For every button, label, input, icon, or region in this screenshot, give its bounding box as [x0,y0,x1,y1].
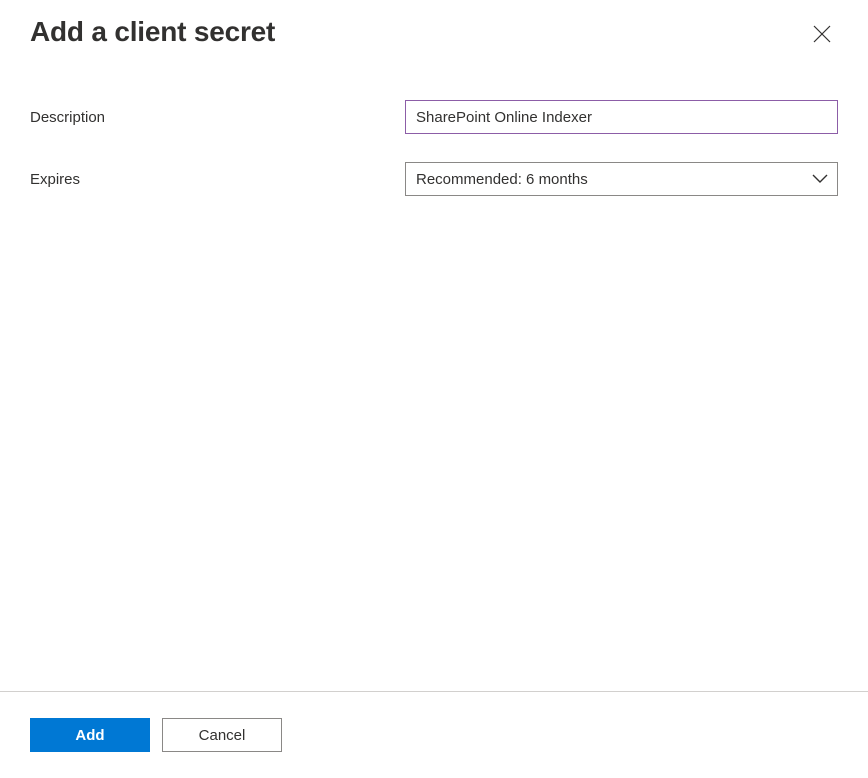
cancel-button[interactable]: Cancel [162,718,282,752]
panel-title: Add a client secret [30,16,275,48]
panel-header: Add a client secret [0,0,868,60]
description-input[interactable] [405,100,838,134]
expires-select[interactable]: Recommended: 6 months [405,162,838,196]
description-label: Description [30,109,405,126]
close-icon [813,25,831,43]
expires-label: Expires [30,171,405,188]
expires-selected-value: Recommended: 6 months [406,171,803,188]
add-button[interactable]: Add [30,718,150,752]
chevron-down-icon [803,174,837,184]
form-area: Description Expires Recommended: 6 month… [0,60,868,196]
expires-row: Expires Recommended: 6 months [30,162,838,196]
close-button[interactable] [806,18,838,50]
description-row: Description [30,100,838,134]
panel-footer: Add Cancel [0,691,868,778]
